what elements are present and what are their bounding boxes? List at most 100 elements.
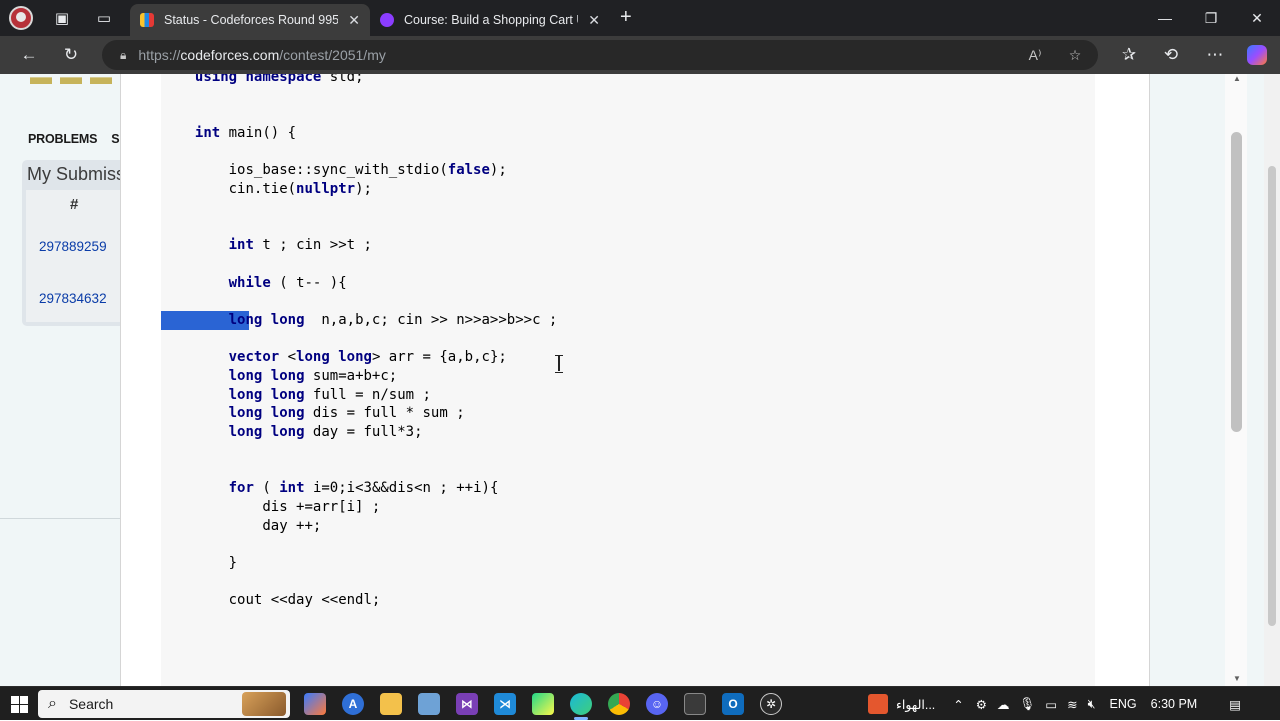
copilot-icon[interactable] bbox=[1242, 41, 1272, 69]
search-icon: ⌕ bbox=[48, 695, 57, 712]
code-line: while ( t-- ){ bbox=[228, 274, 347, 291]
browser-tab-bar: ▣ ▭ Status - Codeforces Round 995 (D ✕ C… bbox=[0, 0, 1280, 36]
lock-icon[interactable]: 🔒︎ bbox=[120, 48, 126, 63]
favorite-star-icon[interactable]: ☆ bbox=[1064, 44, 1086, 66]
visual-studio-icon[interactable]: ⋈ bbox=[456, 693, 478, 715]
code-line: cin.tie(nullptr); bbox=[161, 181, 372, 198]
start-button-icon[interactable] bbox=[8, 693, 30, 715]
code-viewer[interactable]: using namespace std; int main() { ios_ba… bbox=[161, 74, 1095, 686]
submission-link[interactable]: 297834632 bbox=[39, 291, 107, 306]
app-icon[interactable]: A bbox=[342, 693, 364, 715]
divider bbox=[0, 518, 122, 519]
scroll-down-arrow-icon[interactable]: ▼ bbox=[1233, 674, 1241, 683]
file-explorer-icon[interactable] bbox=[380, 693, 402, 715]
code-line: ios_base::sync_with_stdio(false); bbox=[161, 162, 507, 179]
tray-app-icon[interactable]: ⚙ bbox=[976, 697, 987, 712]
codeforces-favicon-icon bbox=[140, 13, 154, 27]
weather-text[interactable]: الهواء... bbox=[896, 697, 935, 712]
code-line: vector <long long> arr = {a,b,c}; bbox=[228, 349, 507, 366]
tray-overflow-icon[interactable]: ⌃ bbox=[953, 697, 963, 712]
copilot-taskbar-icon[interactable] bbox=[304, 693, 326, 715]
discord-icon[interactable]: ☺ bbox=[646, 693, 668, 715]
tab-title: Status - Codeforces Round 995 (D bbox=[164, 13, 339, 27]
my-submissions-title: My Submiss bbox=[27, 164, 126, 184]
refresh-button[interactable]: ↻ bbox=[56, 41, 86, 69]
tab-actions-icon[interactable]: ▭ bbox=[84, 0, 124, 36]
address-url: https://codeforces.com/contest/2051/my bbox=[138, 47, 386, 63]
address-bar[interactable]: 🔒︎ https://codeforces.com/contest/2051/m… bbox=[102, 40, 1098, 70]
close-tab-icon[interactable]: ✕ bbox=[588, 12, 600, 29]
tab-title: Course: Build a Shopping Cart Usi bbox=[404, 13, 579, 27]
code-line: int t ; cin >>t ; bbox=[228, 237, 372, 254]
more-menu-icon[interactable]: ⋯ bbox=[1200, 41, 1230, 69]
app-cube-icon[interactable] bbox=[418, 693, 440, 715]
code-line: using namespace std; bbox=[194, 74, 364, 85]
browser-toolbar: ← ↻ 🔒︎ https://codeforces.com/contest/20… bbox=[0, 36, 1280, 74]
store-icon[interactable] bbox=[684, 693, 706, 715]
nav-problems[interactable]: PROBLEMS bbox=[28, 132, 97, 146]
text-cursor-icon bbox=[555, 355, 563, 373]
page-scrollbar-thumb[interactable] bbox=[1268, 166, 1276, 626]
read-aloud-icon[interactable]: A⁾ bbox=[1024, 44, 1046, 66]
volume-icon[interactable]: 🔇︎ bbox=[1088, 697, 1096, 712]
page-scrollbar[interactable] bbox=[1264, 74, 1280, 686]
code-line: cout <<day <<endl; bbox=[161, 592, 381, 609]
onedrive-icon[interactable]: ☁ bbox=[997, 697, 1010, 712]
language-indicator[interactable]: ENG bbox=[1110, 697, 1137, 711]
close-tab-icon[interactable]: ✕ bbox=[348, 12, 360, 29]
battery-icon[interactable]: ▭ bbox=[1045, 697, 1057, 712]
taskbar-search[interactable]: ⌕ Search bbox=[38, 690, 290, 718]
page-content: ▬▬▬ PROBLEMSSUB My Submiss # 297889259 2… bbox=[0, 74, 1264, 686]
wifi-icon[interactable]: ≋ bbox=[1067, 697, 1077, 712]
system-tray: الهواء... ⌃ ⚙ ☁ 🎙︎ ▭ ≋ 🔇︎ ENG 6:30 PM ▤ bbox=[868, 687, 1241, 721]
code-line: int main() { bbox=[194, 125, 297, 142]
clock-time[interactable]: 6:30 PM bbox=[1151, 697, 1198, 711]
maximize-button[interactable]: ❐ bbox=[1188, 0, 1234, 36]
source-code[interactable]: using namespace std; int main() { ios_ba… bbox=[161, 74, 557, 610]
workspaces-icon[interactable]: ▣ bbox=[42, 0, 82, 36]
minimize-button[interactable]: — bbox=[1142, 0, 1188, 36]
code-line: day ++; bbox=[161, 517, 322, 534]
notification-icon[interactable]: ▤ bbox=[1229, 697, 1241, 712]
code-line: for ( int i=0;i<3&&dis<n ; ++i){ bbox=[228, 480, 499, 497]
openai-icon[interactable]: ✲ bbox=[760, 693, 782, 715]
code-line: long long full = n/sum ; bbox=[228, 386, 431, 403]
profile-avatar[interactable] bbox=[9, 6, 33, 30]
popup-scrollbar-thumb[interactable] bbox=[1231, 132, 1242, 432]
pycharm-icon[interactable] bbox=[532, 693, 554, 715]
microphone-icon[interactable]: 🎙︎ bbox=[1019, 697, 1035, 712]
code-line: long long sum=a+b+c; bbox=[228, 368, 398, 384]
chrome-icon[interactable] bbox=[608, 693, 630, 715]
windows-taskbar: ⌕ Search A ⋈ ⋊ ☺ O ✲ الهواء... ⌃ ⚙ ☁ 🎙︎ … bbox=[0, 686, 1280, 720]
submission-link[interactable]: 297889259 bbox=[39, 239, 107, 254]
tab-course[interactable]: Course: Build a Shopping Cart Usi ✕ bbox=[370, 4, 610, 36]
close-window-button[interactable]: ✕ bbox=[1234, 0, 1280, 36]
code-line: long long dis = full * sum ; bbox=[228, 405, 465, 422]
edge-icon[interactable] bbox=[570, 693, 592, 715]
search-highlight-icon bbox=[242, 692, 286, 716]
scroll-up-arrow-icon[interactable]: ▲ bbox=[1233, 74, 1241, 83]
code-line: } bbox=[161, 554, 238, 571]
tab-codeforces-status[interactable]: Status - Codeforces Round 995 (D ✕ bbox=[130, 4, 370, 36]
code-line: long long day = full*3; bbox=[228, 424, 423, 441]
back-button[interactable]: ← bbox=[14, 41, 44, 69]
favorites-icon[interactable]: ✰ bbox=[1114, 41, 1144, 69]
new-tab-button[interactable]: + bbox=[620, 6, 632, 29]
udemy-favicon-icon bbox=[380, 13, 394, 27]
search-label: Search bbox=[68, 696, 114, 712]
table-header-id: # bbox=[70, 196, 79, 213]
weather-icon[interactable] bbox=[868, 694, 888, 714]
history-icon[interactable]: ⟲ bbox=[1156, 41, 1186, 69]
vscode-icon[interactable]: ⋊ bbox=[494, 693, 516, 715]
outlook-icon[interactable]: O bbox=[722, 693, 744, 715]
